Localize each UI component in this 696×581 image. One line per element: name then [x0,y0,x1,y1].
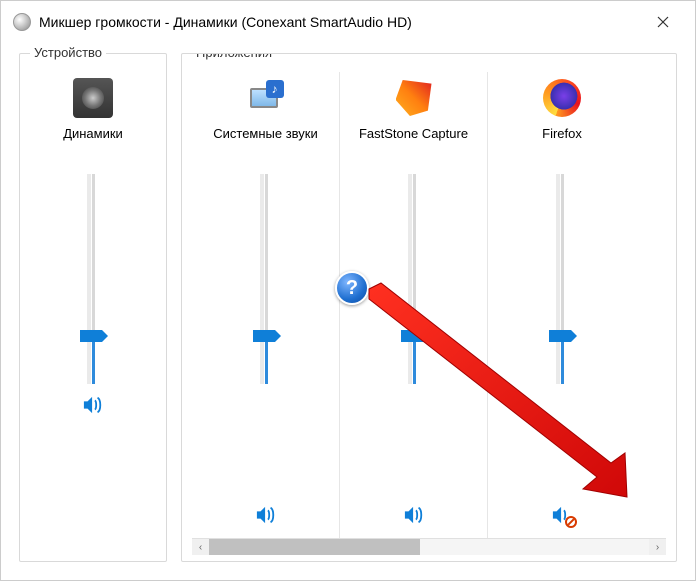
content-area: Устройство Динамики [1,41,695,580]
volume-mixer-window: Микшер громкости - Динамики (Conexant Sm… [0,0,696,581]
applications-group-label: Приложения [192,53,276,60]
scroll-track[interactable] [209,539,649,555]
speaker-icon [255,505,277,525]
app-label[interactable]: Системные звуки [213,126,318,160]
app-label[interactable]: Firefox [542,126,582,160]
device-group: Устройство Динамики [19,53,167,562]
device-label[interactable]: Динамики [63,126,123,160]
app-mute-button[interactable] [549,502,575,528]
app-volume-slider[interactable] [253,174,279,384]
app-label[interactable]: FastStone Capture [359,126,468,160]
applications-row: ♪ Системные звуки [192,72,666,538]
firefox-icon[interactable] [540,76,584,120]
device-group-label: Устройство [30,45,106,60]
speaker-icon [403,505,425,525]
app-channel-faststone: FastStone Capture [340,72,488,538]
app-volume-slider[interactable] [401,174,427,384]
device-mute-button[interactable] [80,392,106,418]
titlebar: Микшер громкости - Динамики (Conexant Sm… [1,1,695,41]
app-channel-system-sounds: ♪ Системные звуки [192,72,340,538]
close-button[interactable] [643,7,683,37]
applications-group: Приложения ♪ Системные звуки [181,53,677,562]
scroll-thumb[interactable] [209,539,420,555]
app-volume-slider[interactable] [549,174,575,384]
horizontal-scrollbar[interactable]: ‹ › [192,538,666,555]
faststone-icon[interactable] [392,76,436,120]
speaker-icon [82,395,104,415]
mute-badge-icon [565,516,577,528]
app-mute-button[interactable] [253,502,279,528]
scroll-left-arrow[interactable]: ‹ [192,539,209,556]
app-mute-button[interactable] [401,502,427,528]
scroll-right-arrow[interactable]: › [649,539,666,556]
system-sounds-icon[interactable]: ♪ [244,76,288,120]
app-icon [13,13,31,31]
speaker-device-icon[interactable] [71,76,115,120]
device-channel: Динамики [30,72,156,428]
close-icon [657,16,669,28]
window-title: Микшер громкости - Динамики (Conexant Sm… [39,14,643,30]
device-volume-slider[interactable] [80,174,106,384]
app-channel-firefox: Firefox [488,72,636,538]
